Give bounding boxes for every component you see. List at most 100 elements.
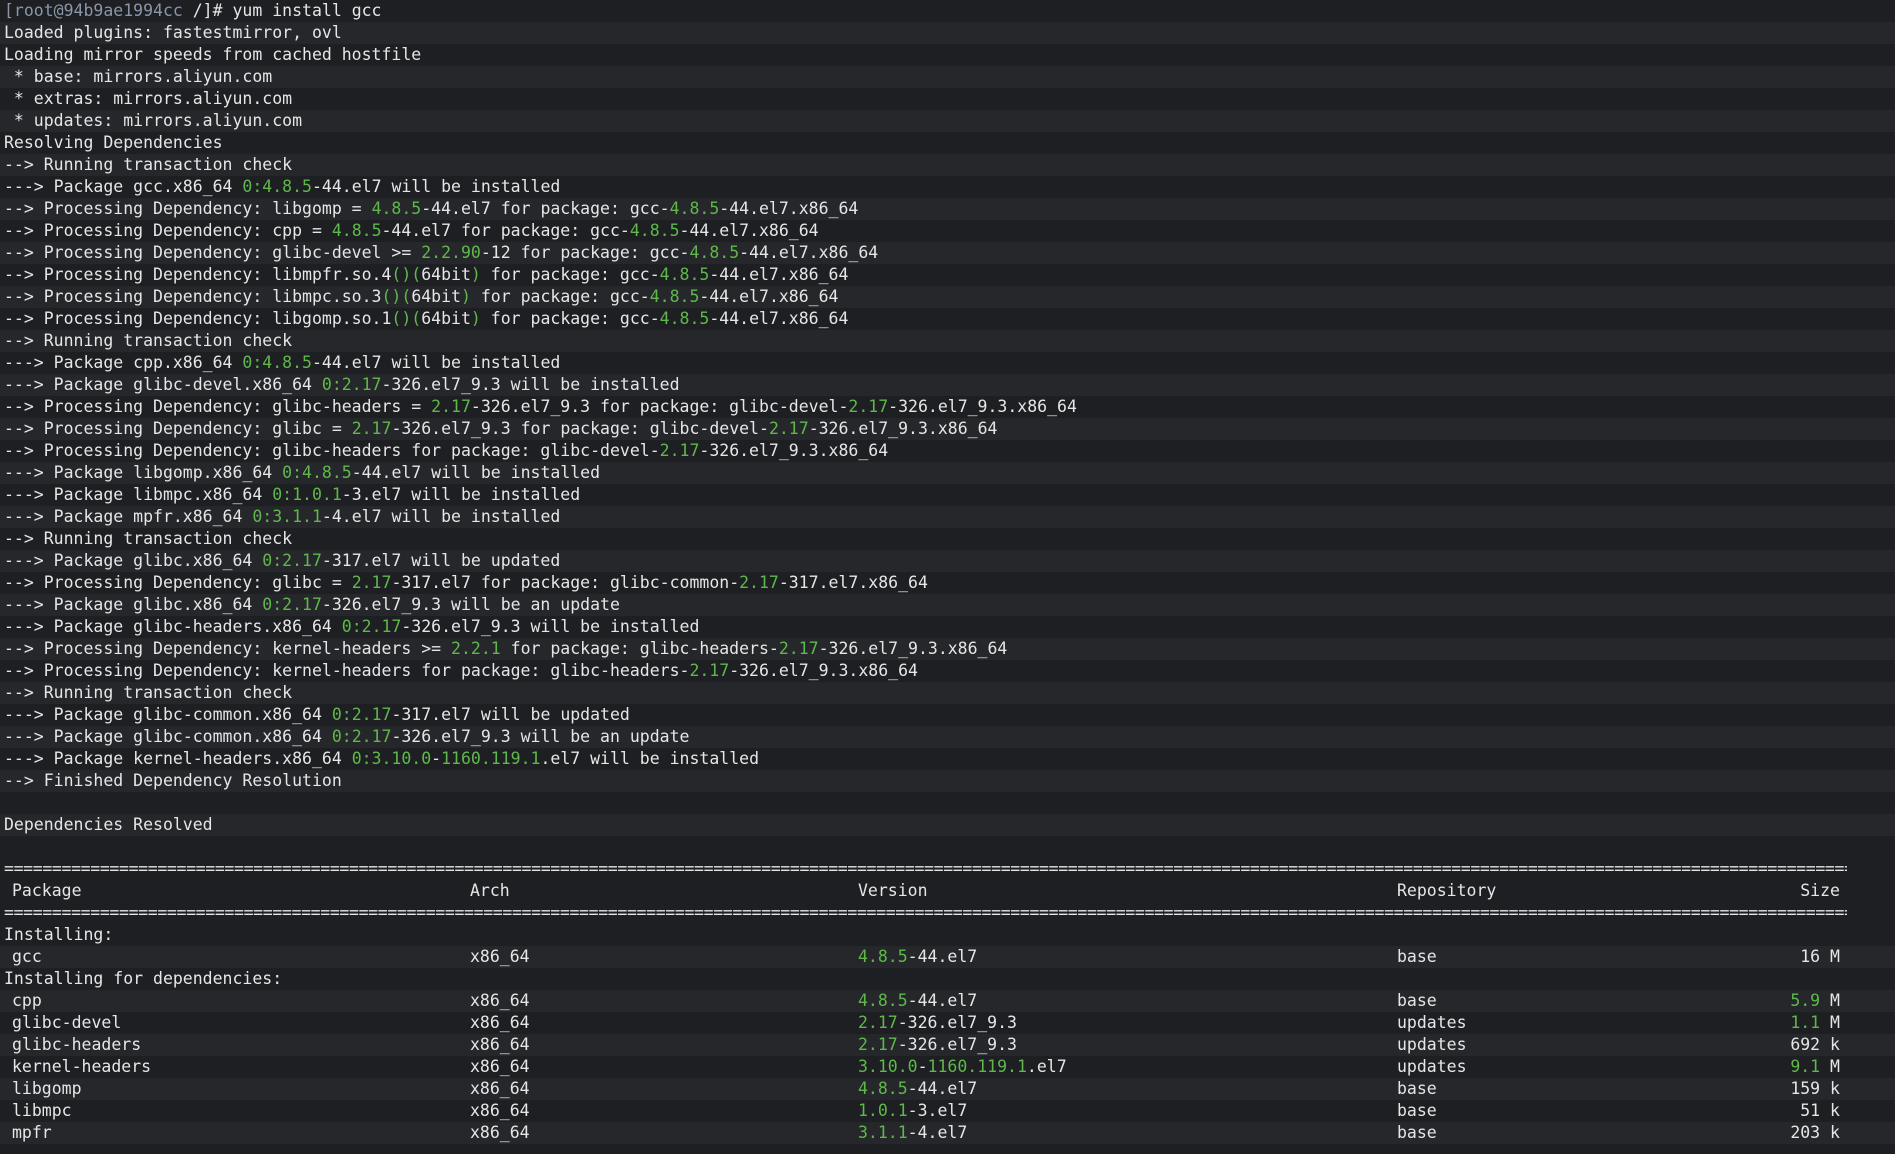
version-text: .el7: [1026, 1057, 1067, 1076]
cell-size: 1.1 M: [1790, 1012, 1840, 1034]
line-text: --> Processing Dependency: glibc-devel >…: [4, 243, 422, 262]
output-line: ---> Package glibc.x86_64 0:2.17-326.el7…: [0, 594, 1895, 616]
version-number: ()(: [391, 265, 422, 284]
cell-arch: x86_64: [470, 1057, 530, 1076]
table-body: Installing: gcc x86_64 4.8.5-44.el7 base 16 M…: [0, 924, 1895, 1144]
version-number: 4.8.5: [659, 309, 710, 328]
line-text: -44.el7 will be installed: [351, 463, 601, 482]
line-text: ---> Package libgomp.x86_64: [4, 463, 283, 482]
line-text: --> Running transaction check: [4, 529, 293, 548]
size-number: 5.9: [1790, 991, 1821, 1010]
line-text: .el7 will be installed: [540, 749, 759, 768]
cell-arch: x86_64: [470, 1101, 530, 1120]
output-line: ---> Package mpfr.x86_64 0:3.1.1-4.el7 w…: [0, 506, 1895, 528]
version-number: ()(: [381, 287, 412, 306]
output-line: --> Running transaction check: [0, 154, 1895, 176]
line-text: -326.el7_9.3 will be an update: [391, 727, 690, 746]
cell-size: 692 k: [1790, 1034, 1840, 1056]
cell-version: 2.17-326.el7_9.3: [858, 1012, 1017, 1034]
version-number: 4.8.5: [858, 1079, 908, 1098]
line-text: --> Running transaction check: [4, 331, 293, 350]
version-number: 2.17: [848, 397, 889, 416]
output-line: ---> Package cpp.x86_64 0:4.8.5-44.el7 w…: [0, 352, 1895, 374]
line-text: --> Processing Dependency: libmpc.so.3: [4, 287, 382, 306]
line-text: --> Processing Dependency: glibc =: [4, 573, 352, 592]
cell-repository: updates: [1397, 1035, 1467, 1054]
output-line: * base: mirrors.aliyun.com: [0, 66, 1895, 88]
version-number: 2.17: [858, 1013, 898, 1032]
version-number: 4.8.5: [858, 991, 908, 1010]
output-line: ---> Package libgomp.x86_64 0:4.8.5-44.e…: [0, 462, 1895, 484]
version-number: ): [470, 309, 481, 328]
line-text: 64bit: [411, 287, 461, 306]
line-text: ---> Package gcc.x86_64: [4, 177, 243, 196]
output-line: --> Running transaction check: [0, 330, 1895, 352]
version-number: 2.17: [351, 419, 392, 438]
size-number: 16: [1800, 947, 1821, 966]
terminal-output: [root@94b9ae1994cc /]# yum install gcc Lo…: [0, 0, 1895, 858]
line-text: ---> Package cpp.x86_64: [4, 353, 243, 372]
header-arch: Arch: [470, 881, 510, 900]
line-text: --> Processing Dependency: kernel-header…: [4, 661, 690, 680]
terminal-window[interactable]: [root@94b9ae1994cc /]# yum install gcc Lo…: [0, 0, 1895, 1154]
version-number: 4.8.5: [371, 199, 422, 218]
version-number: 4.8.5: [331, 221, 382, 240]
line-text: -44.el7 for package: gcc-: [381, 221, 630, 240]
line-text: * base: mirrors.aliyun.com: [4, 67, 273, 86]
line-text: --> Running transaction check: [4, 155, 293, 174]
line-text: * updates: mirrors.aliyun.com: [4, 111, 303, 130]
line-text: --> Processing Dependency: glibc =: [4, 419, 352, 438]
size-unit: k: [1820, 1079, 1840, 1098]
summary-table: ========================================…: [0, 858, 1895, 1144]
output-line: --> Running transaction check: [0, 528, 1895, 550]
line-text: --> Running transaction check: [4, 683, 293, 702]
version-number: 3.1.1: [858, 1123, 908, 1142]
cell-package: glibc-devel: [12, 1013, 122, 1032]
line-text: -44.el7.x86_64: [699, 287, 839, 306]
size-unit: k: [1820, 1123, 1840, 1142]
output-line: ---> Package glibc-common.x86_64 0:2.17-…: [0, 704, 1895, 726]
line-text: ---> Package glibc-common.x86_64: [4, 705, 332, 724]
output-line: Dependencies Resolved: [0, 814, 1895, 836]
output-line: --> Processing Dependency: glibc = 2.17-…: [0, 572, 1895, 594]
cell-repository: base: [1397, 1101, 1437, 1120]
output-line: * updates: mirrors.aliyun.com: [0, 110, 1895, 132]
output-line: --> Processing Dependency: libgomp.so.1(…: [0, 308, 1895, 330]
line-text: -326.el7_9.3.x86_64: [888, 397, 1077, 416]
version-number: ()(: [391, 309, 422, 328]
line-text: -326.el7_9.3.x86_64: [699, 441, 889, 460]
version-number: 0:4.8.5: [242, 353, 312, 372]
line-text: ---> Package mpfr.x86_64: [4, 507, 253, 526]
version-number: 0:4.8.5: [282, 463, 352, 482]
line-text: Loading mirror speeds from cached hostfi…: [4, 45, 422, 64]
version-number: 0:1.0.1: [272, 485, 342, 504]
line-text: -326.el7_9.3.x86_64: [818, 639, 1008, 658]
version-number: 1.0.1: [858, 1101, 908, 1120]
output-line: Resolving Dependencies: [0, 132, 1895, 154]
size-number: 51: [1800, 1101, 1821, 1120]
version-number: 2.17: [778, 639, 819, 658]
output-line: ---> Package glibc-devel.x86_64 0:2.17-3…: [0, 374, 1895, 396]
version-number: 3.10.0: [858, 1057, 918, 1076]
cell-arch: x86_64: [470, 1123, 530, 1142]
line-text: for package: glibc-headers-: [500, 639, 779, 658]
version-number: 2.2.1: [451, 639, 501, 658]
line-text: -44.el7 will be installed: [311, 353, 561, 372]
cell-version: 2.17-326.el7_9.3: [858, 1034, 1017, 1056]
cell-size: 51 k: [1800, 1100, 1840, 1122]
line-text: -317.el7 will be updated: [391, 705, 630, 724]
line-text: ---> Package glibc.x86_64: [4, 595, 263, 614]
line-text: -317.el7.x86_64: [778, 573, 928, 592]
output-line: --> Processing Dependency: libmpc.so.3()…: [0, 286, 1895, 308]
size-number: 1.1: [1790, 1013, 1821, 1032]
cell-package: gcc: [12, 947, 42, 966]
line-text: -317.el7 for package: glibc-common-: [391, 573, 740, 592]
table-separator-header: ========================================…: [4, 903, 1847, 922]
prompt-host: [root@94b9ae1994cc: [4, 1, 183, 20]
line-text: --> Processing Dependency: glibc-headers…: [4, 441, 660, 460]
line-text: --> Processing Dependency: kernel-header…: [4, 639, 452, 658]
cell-repository: updates: [1397, 1057, 1467, 1076]
cell-repository: base: [1397, 947, 1437, 966]
version-text: -326.el7_9.3: [897, 1013, 1017, 1032]
